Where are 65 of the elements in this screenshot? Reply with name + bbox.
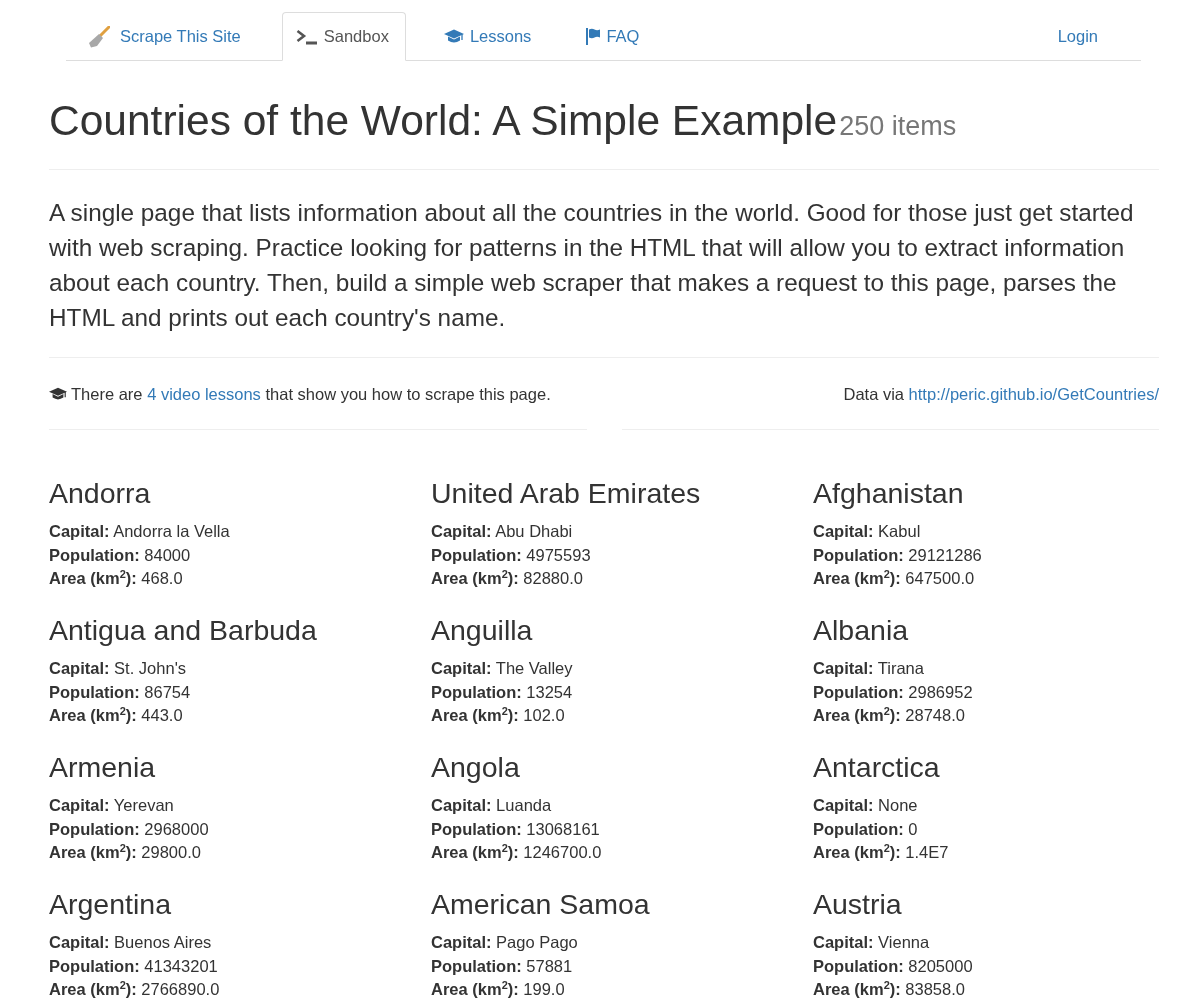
country-detail: Capital: None bbox=[813, 795, 919, 816]
country-detail: Capital: The Valley bbox=[431, 658, 574, 679]
country-name: Andorra bbox=[49, 478, 152, 508]
country-detail: Population: 57881 bbox=[431, 955, 574, 977]
country-detail: Population: 41343201 bbox=[49, 955, 219, 977]
country-detail: Population: 13068161 bbox=[431, 818, 601, 840]
country-detail: Capital: Buenos Aires bbox=[49, 932, 213, 953]
country-detail: Area (km$^{2}$): 1246700.0 bbox=[431, 841, 603, 863]
country-detail: Capital: Abu Dhabi bbox=[431, 521, 574, 542]
country-detail: Area (km$^{2}$): 199.0 bbox=[431, 978, 566, 1000]
country-detail: Population: 0 bbox=[813, 818, 919, 840]
country-detail: Capital: St. John's bbox=[49, 658, 188, 679]
country-detail: Area (km$^{2}$): 102.0 bbox=[431, 704, 566, 726]
country-detail: Population: 29121286 bbox=[813, 544, 983, 566]
country-detail: Population: 4975593 bbox=[431, 544, 592, 566]
country-name: Antarctica bbox=[813, 752, 941, 782]
terminal-icon bbox=[295, 28, 318, 45]
country-detail: Capital: Andorra la Vella bbox=[49, 521, 231, 542]
country-detail: Area (km$^{2}$): 29800.0 bbox=[49, 841, 202, 863]
country-detail: Capital: Tirana bbox=[813, 658, 925, 679]
country-name: Austria bbox=[813, 889, 903, 919]
country-detail: Population: 2968000 bbox=[49, 818, 210, 840]
intro-paragraph: A single page that lists information about all the countries in the world. Good for those just get started with web scraping. Practice looking for patterns in the HTML that will allow you to extract information about each country. Then, build a simple web scraper that makes a request to this page, parses the HTML and prints out each country's name. bbox=[49, 198, 1135, 333]
country-name: American Samoa bbox=[431, 889, 651, 919]
country-detail: Capital: Pago Pago bbox=[431, 932, 579, 953]
lessons-note: There are 4 video lessons that show you how to scrape this page. bbox=[71, 384, 551, 404]
country-name: Antigua and Barbuda bbox=[49, 615, 318, 645]
country-detail: Population: 8205000 bbox=[813, 955, 974, 977]
country-name: Anguilla bbox=[431, 615, 534, 645]
country-name: Argentina bbox=[49, 889, 172, 919]
video-lessons-link[interactable]: 4 video lessons bbox=[147, 385, 261, 403]
source-note: Data via http://peric.github.io/GetCountries/ bbox=[843, 384, 1159, 404]
country-detail: Capital: Yerevan bbox=[49, 795, 175, 816]
country-name: Armenia bbox=[49, 752, 157, 782]
flag-icon bbox=[586, 28, 601, 45]
graduation-cap-icon bbox=[443, 29, 464, 44]
nav-tab[interactable]: FAQ bbox=[572, 12, 657, 61]
broom-icon bbox=[88, 25, 110, 48]
country-detail: Population: 86754 bbox=[49, 681, 192, 703]
country-detail: Area (km$^{2}$): 468.0 bbox=[49, 567, 184, 589]
page-title: Countries of the World: A Simple Example bbox=[49, 97, 838, 144]
country-detail: Area (km$^{2}$): 28748.0 bbox=[813, 704, 966, 726]
country-detail: Capital: Luanda bbox=[431, 795, 553, 816]
country-detail: Area (km$^{2}$): 443.0 bbox=[49, 704, 184, 726]
country-detail: Capital: Vienna bbox=[813, 932, 931, 953]
login-link[interactable]: Login bbox=[1043, 12, 1115, 61]
source-link[interactable]: http://peric.github.io/GetCountries/ bbox=[908, 385, 1159, 403]
country-name: Albania bbox=[813, 615, 910, 645]
nav-tab[interactable]: Sandbox bbox=[281, 12, 406, 61]
nav-tab[interactable]: Lessons bbox=[429, 12, 549, 61]
country-detail: Capital: Kabul bbox=[813, 521, 922, 542]
country-name: United Arab Emirates bbox=[431, 478, 702, 508]
country-detail: Area (km$^{2}$): 647500.0 bbox=[813, 567, 976, 589]
country-detail: Area (km$^{2}$): 2766890.0 bbox=[49, 978, 221, 1000]
country-detail: Population: 84000 bbox=[49, 544, 192, 566]
country-detail: Area (km$^{2}$): 82880.0 bbox=[431, 567, 584, 589]
nav-tab[interactable]: Scrape This Site bbox=[74, 12, 258, 61]
country-detail: Population: 2986952 bbox=[813, 681, 974, 703]
country-name: Angola bbox=[431, 752, 521, 782]
graduation-cap-icon bbox=[49, 387, 67, 401]
country-detail: Area (km$^{2}$): 1.4E7 bbox=[813, 841, 950, 863]
country-name: Afghanistan bbox=[813, 478, 965, 508]
item-count: 250 items bbox=[839, 111, 957, 141]
country-detail: Area (km$^{2}$): 83858.0 bbox=[813, 978, 966, 1000]
country-detail: Population: 13254 bbox=[431, 681, 574, 703]
